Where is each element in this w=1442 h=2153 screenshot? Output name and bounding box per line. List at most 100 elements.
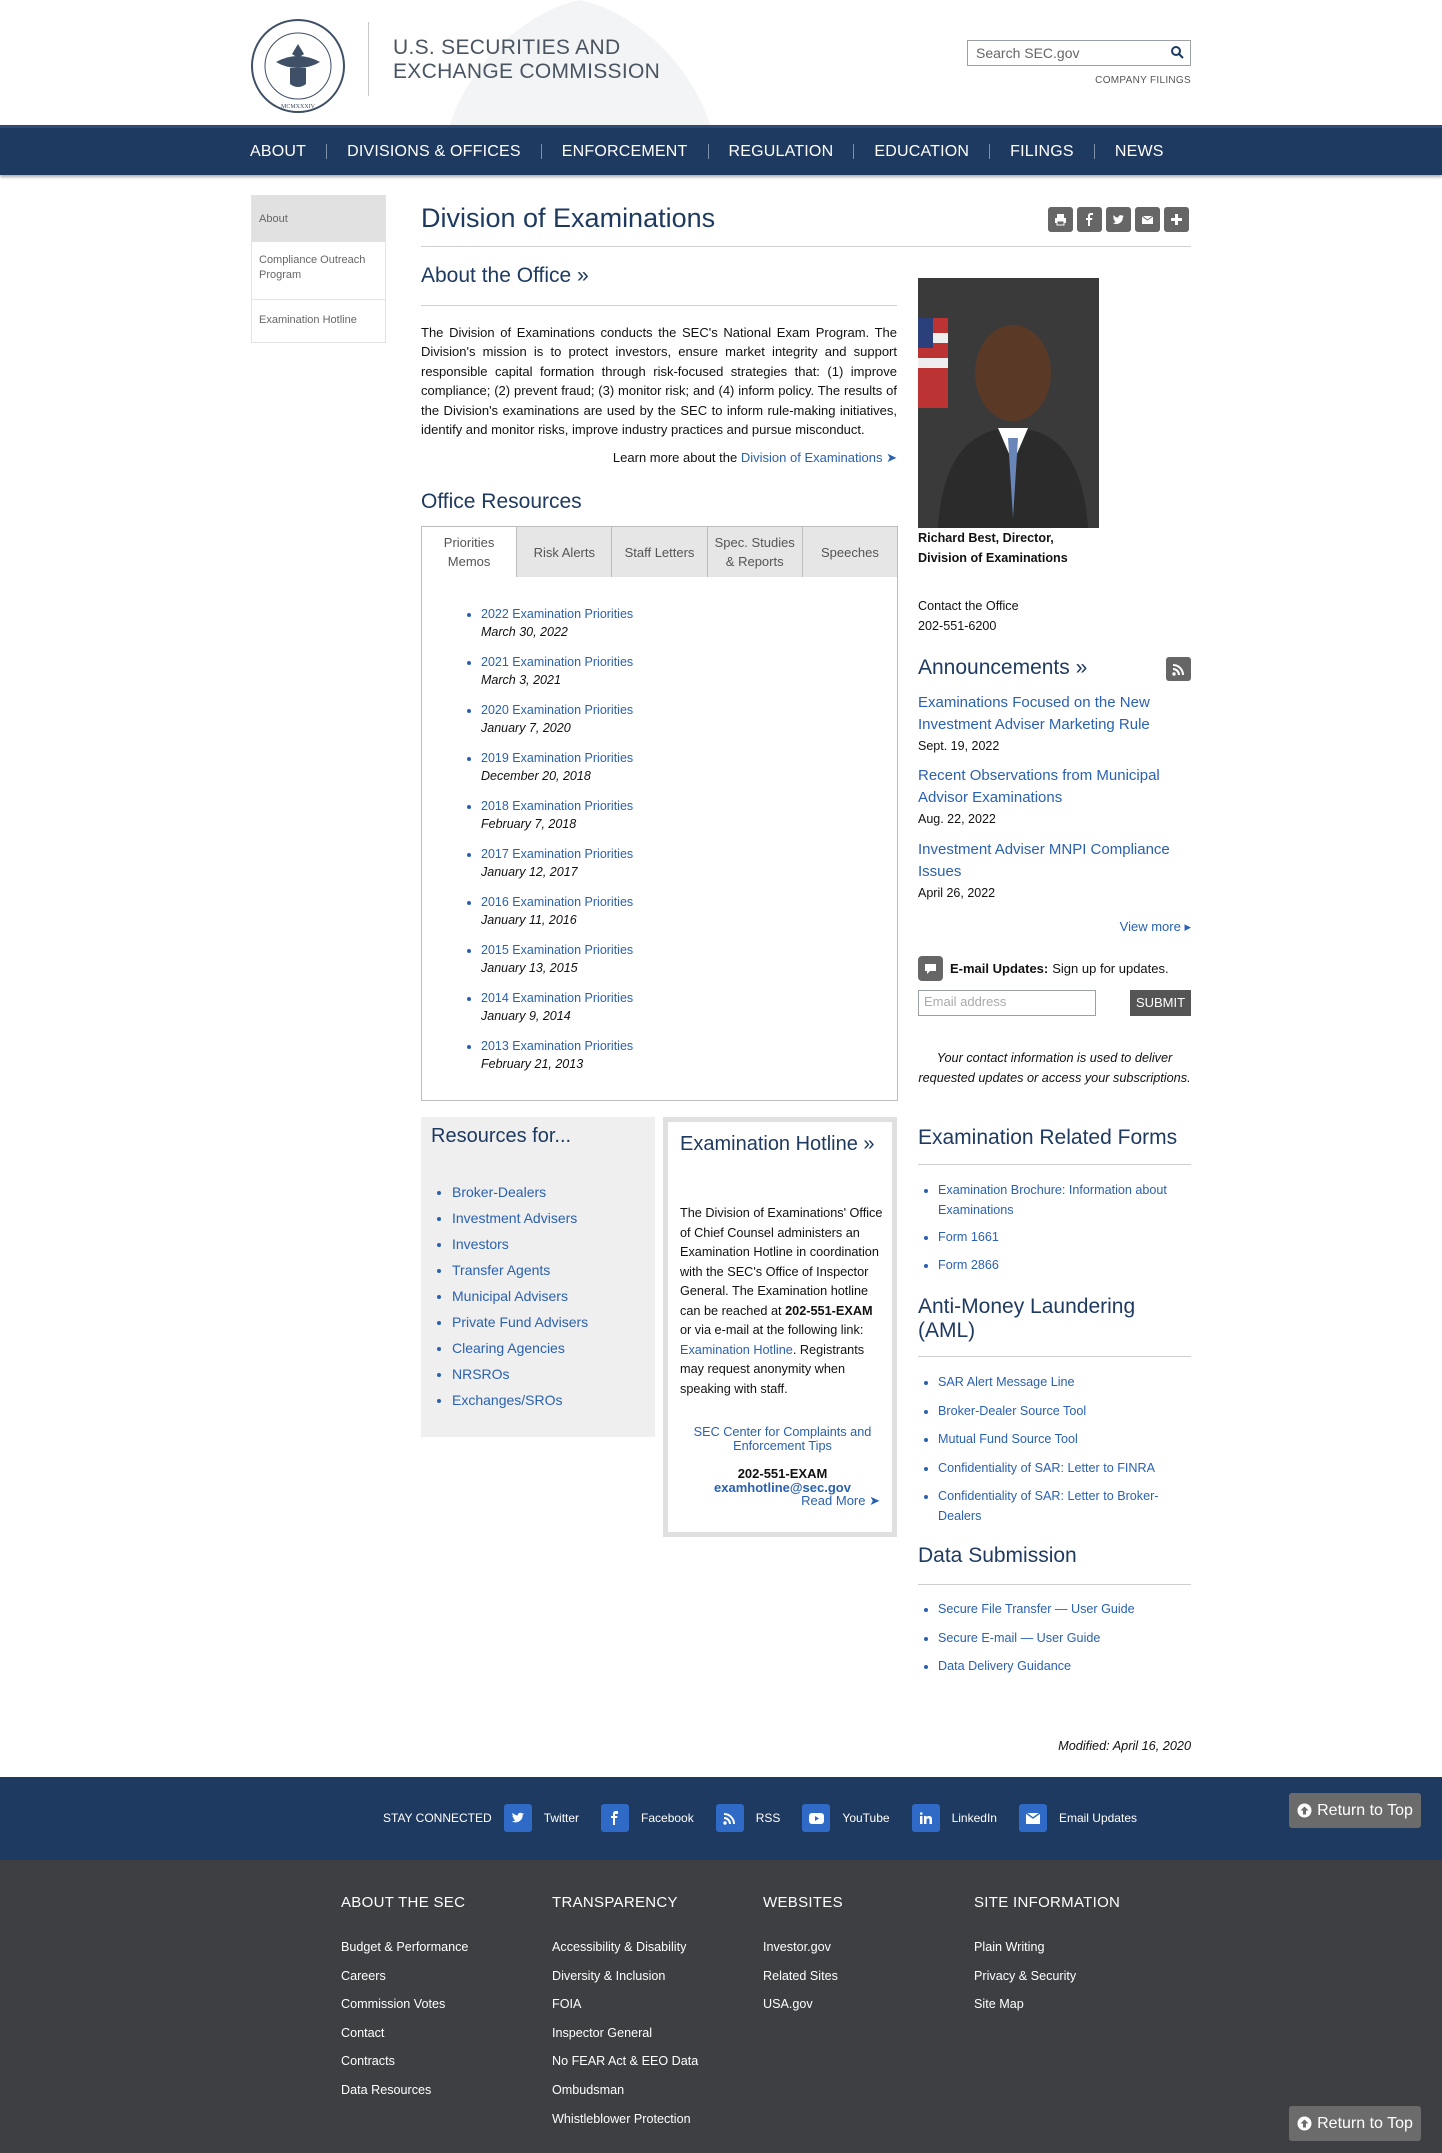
aml-link[interactable]: Confidentiality of SAR: Letter to Broker… [938, 1489, 1159, 1523]
print-button[interactable] [1048, 207, 1073, 232]
return-to-top-button[interactable]: Return to Top [1289, 2106, 1421, 2141]
resource-link[interactable]: Private Fund Advisers [452, 1314, 588, 1330]
nav-divisions-offices[interactable]: DIVISIONS & OFFICES [306, 143, 521, 161]
facebook-share-button[interactable] [1077, 207, 1102, 232]
footer-link[interactable]: Inspector General [552, 2019, 698, 2048]
footer-link[interactable]: USA.gov [763, 1990, 843, 2019]
footer-link[interactable]: Whistleblower Protection [552, 2105, 698, 2134]
email-share-button[interactable] [1135, 207, 1160, 232]
rss-link[interactable]: RSS [756, 1811, 781, 1825]
tab-spec-studies[interactable]: Spec. Studies & Reports [706, 527, 802, 577]
submit-button[interactable]: SUBMIT [1130, 990, 1191, 1016]
data-submission-link[interactable]: Secure E-mail — User Guide [938, 1631, 1100, 1645]
announcements-rss-button[interactable] [1166, 657, 1191, 681]
more-share-button[interactable] [1164, 207, 1189, 232]
youtube-icon[interactable] [802, 1804, 831, 1832]
footer-link[interactable]: No FEAR Act & EEO Data [552, 2047, 698, 2076]
youtube-link[interactable]: YouTube [842, 1811, 889, 1825]
aml-link[interactable]: SAR Alert Message Line [938, 1375, 1075, 1389]
nav-regulation[interactable]: REGULATION [688, 143, 834, 161]
announcement-link[interactable]: Recent Observations from Municipal Advis… [918, 765, 1178, 809]
company-filings-link[interactable]: COMPANY FILINGS [1095, 75, 1191, 86]
announcements-heading[interactable]: Announcements » [918, 656, 1087, 680]
facebook-link[interactable]: Facebook [641, 1811, 694, 1825]
footer-link[interactable]: Accessibility & Disability [552, 1933, 698, 1962]
footer-link[interactable]: Related Sites [763, 1962, 843, 1991]
complaints-link[interactable]: SEC Center for Complaints and Enforcemen… [680, 1425, 885, 1453]
priority-link[interactable]: 2022 Examination Priorities [481, 605, 633, 623]
nav-enforcement[interactable]: ENFORCEMENT [521, 143, 688, 161]
announcement-link[interactable]: Examinations Focused on the New Investme… [918, 692, 1178, 736]
division-link[interactable]: Division of Examinations [741, 450, 883, 465]
footer-link[interactable]: Plain Writing [974, 1933, 1120, 1962]
priority-link[interactable]: 2019 Examination Priorities [481, 749, 633, 767]
footer-link[interactable]: Site Map [974, 1990, 1120, 2019]
resource-link[interactable]: Clearing Agencies [452, 1340, 565, 1356]
hotline-link[interactable]: Examination Hotline [680, 1343, 793, 1357]
twitter-icon[interactable] [503, 1804, 532, 1832]
sidenav-item-about[interactable]: About [252, 196, 385, 241]
priority-link[interactable]: 2020 Examination Priorities [481, 701, 633, 719]
data-submission-link[interactable]: Data Delivery Guidance [938, 1659, 1071, 1673]
resource-link[interactable]: Investment Advisers [452, 1210, 577, 1226]
resource-link[interactable]: Municipal Advisers [452, 1288, 568, 1304]
footer-link[interactable]: Budget & Performance [341, 1933, 468, 1962]
tab-speeches[interactable]: Speeches [801, 527, 897, 577]
tab-staff-letters[interactable]: Staff Letters [611, 527, 706, 577]
twitter-link[interactable]: Twitter [544, 1811, 579, 1825]
linkedin-link[interactable]: LinkedIn [952, 1811, 997, 1825]
resource-link[interactable]: Transfer Agents [452, 1262, 550, 1278]
announcement-link[interactable]: Investment Adviser MNPI Compliance Issue… [918, 839, 1178, 883]
priority-link[interactable]: 2013 Examination Priorities [481, 1037, 633, 1055]
data-submission-link[interactable]: Secure File Transfer — User Guide [938, 1602, 1135, 1616]
read-more-link[interactable]: Read More ➤ [801, 1493, 880, 1509]
view-more-link[interactable]: View more ▸ [1120, 919, 1191, 935]
resource-link[interactable]: Exchanges/SROs [452, 1392, 563, 1408]
footer-link[interactable]: Diversity & Inclusion [552, 1962, 698, 1991]
resource-link[interactable]: Investors [452, 1236, 509, 1252]
sidenav-item-examination-hotline[interactable]: Examination Hotline [252, 299, 385, 342]
exam-form-link[interactable]: Form 1661 [938, 1230, 999, 1244]
priority-link[interactable]: 2015 Examination Priorities [481, 941, 633, 959]
search-input[interactable]: Search SEC.gov [976, 45, 1080, 61]
footer-link[interactable]: Commission Votes [341, 1990, 468, 2019]
aml-link[interactable]: Mutual Fund Source Tool [938, 1432, 1078, 1446]
nav-education[interactable]: EDUCATION [833, 143, 969, 161]
sidenav-item-compliance-outreach[interactable]: Compliance Outreach Program [252, 241, 385, 299]
priority-link[interactable]: 2016 Examination Priorities [481, 893, 633, 911]
search-icon[interactable] [1170, 45, 1184, 59]
footer-link[interactable]: Ombudsman [552, 2076, 698, 2105]
footer-link[interactable]: FOIA [552, 1990, 698, 2019]
email-icon[interactable] [1018, 1804, 1047, 1832]
tab-risk-alerts[interactable]: Risk Alerts [516, 527, 611, 577]
nav-news[interactable]: NEWS [1074, 143, 1164, 161]
return-to-top-button[interactable]: Return to Top [1289, 1793, 1421, 1828]
exam-form-link[interactable]: Examination Brochure: Information about … [938, 1183, 1167, 1217]
nav-filings[interactable]: FILINGS [969, 143, 1074, 161]
aml-link[interactable]: Confidentiality of SAR: Letter to FINRA [938, 1461, 1155, 1475]
brand-name[interactable]: U.S. SECURITIES AND EXCHANGE COMMISSION [393, 36, 660, 84]
facebook-icon[interactable] [601, 1804, 630, 1832]
footer-link[interactable]: Investor.gov [763, 1933, 843, 1962]
search-box[interactable]: Search SEC.gov [967, 40, 1191, 66]
email-updates-link[interactable]: Email Updates [1059, 1811, 1137, 1825]
footer-link[interactable]: Data Resources [341, 2076, 468, 2105]
footer-link[interactable]: Privacy & Security [974, 1962, 1120, 1991]
priority-link[interactable]: 2018 Examination Priorities [481, 797, 633, 815]
footer-link[interactable]: Contact [341, 2019, 468, 2048]
tab-priorities-memos[interactable]: Priorities Memos [422, 527, 517, 577]
nav-about[interactable]: ABOUT [250, 143, 306, 161]
email-address-input[interactable]: Email address [918, 990, 1096, 1016]
rss-icon[interactable] [715, 1804, 744, 1832]
aml-link[interactable]: Broker-Dealer Source Tool [938, 1404, 1086, 1418]
footer-link[interactable]: Contracts [341, 2047, 468, 2076]
resource-link[interactable]: Broker-Dealers [452, 1184, 546, 1200]
hotline-heading[interactable]: Examination Hotline » [680, 1132, 880, 1156]
about-heading[interactable]: About the Office » [421, 264, 589, 288]
resource-link[interactable]: NRSROs [452, 1366, 510, 1382]
priority-link[interactable]: 2021 Examination Priorities [481, 653, 633, 671]
twitter-share-button[interactable] [1106, 207, 1131, 232]
footer-link[interactable]: Careers [341, 1962, 468, 1991]
exam-form-link[interactable]: Form 2866 [938, 1258, 999, 1272]
linkedin-icon[interactable] [911, 1804, 940, 1832]
